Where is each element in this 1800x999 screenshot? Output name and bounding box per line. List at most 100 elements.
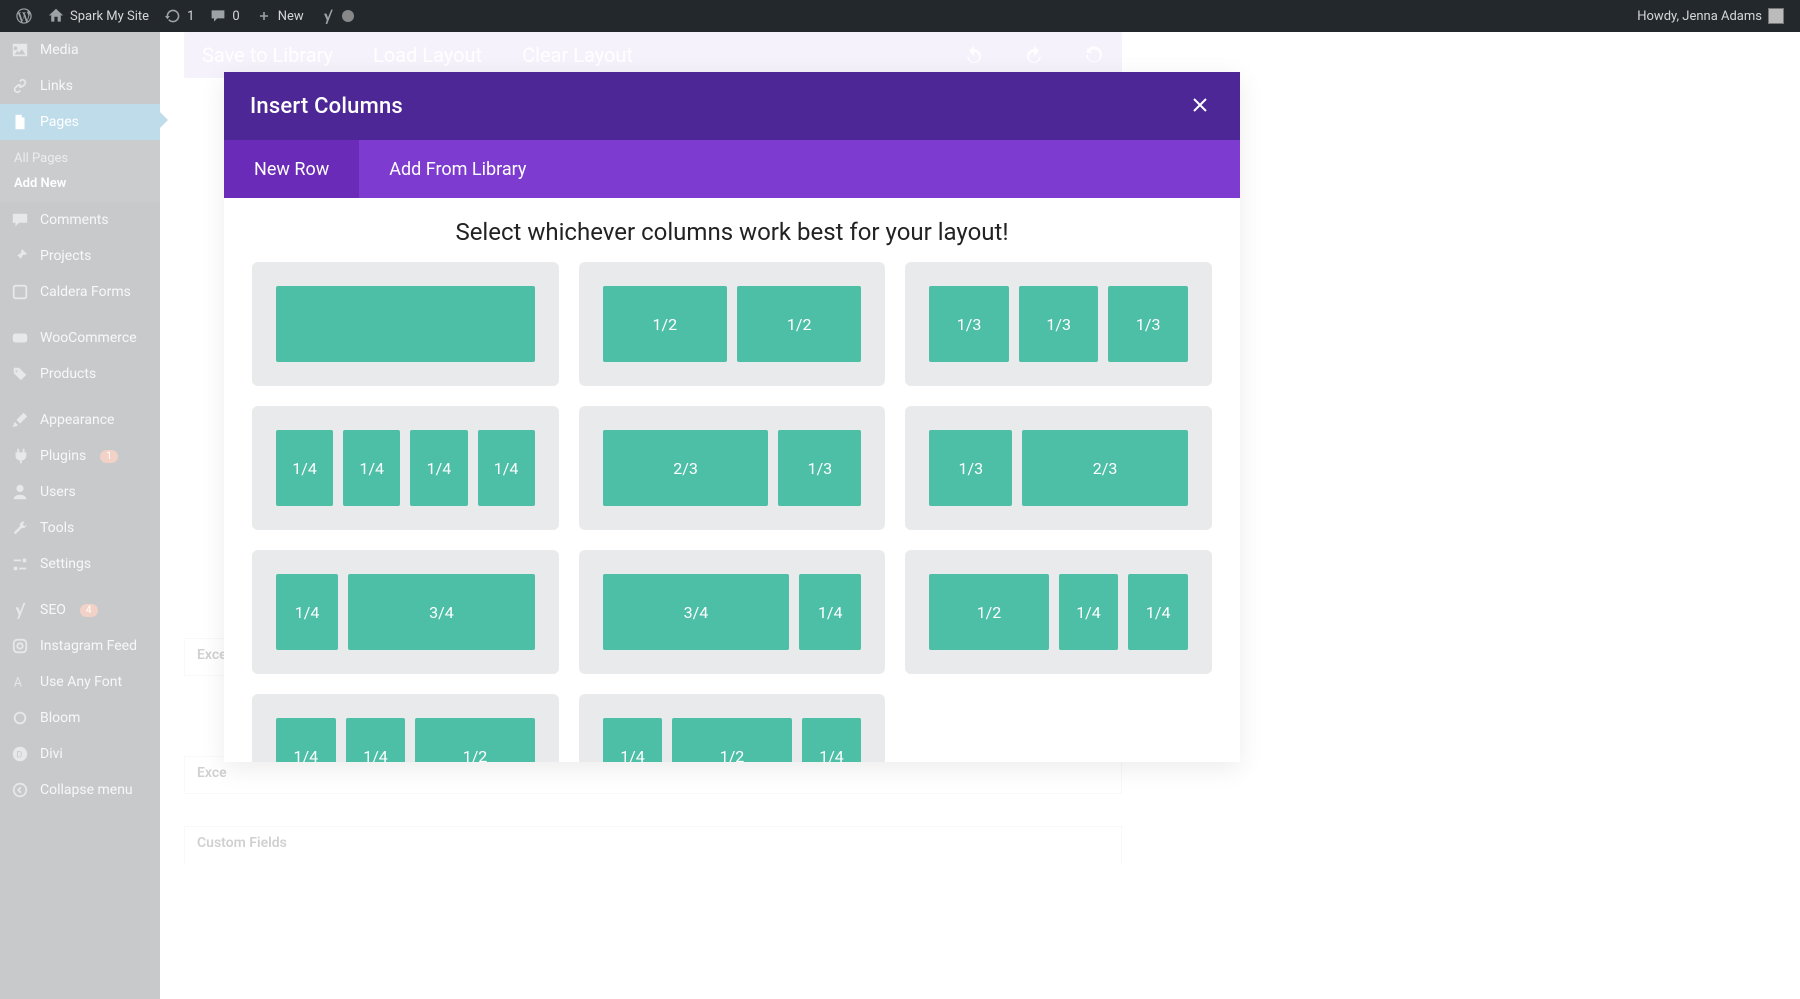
plugins-badge: 1	[100, 450, 118, 463]
nav-divi[interactable]: D Divi	[0, 736, 160, 772]
layout-option-6[interactable]: 1/43/4	[252, 550, 559, 674]
nav-bloom[interactable]: Bloom	[0, 700, 160, 736]
column-preview: 1/4	[346, 718, 406, 762]
layout-option-3[interactable]: 1/41/41/41/4	[252, 406, 559, 530]
layout-option-5[interactable]: 1/32/3	[905, 406, 1212, 530]
column-preview: 1/3	[1108, 286, 1188, 362]
wrench-icon	[10, 518, 30, 538]
subnav-all-pages[interactable]: All Pages	[0, 146, 160, 171]
history-icon[interactable]	[1084, 45, 1104, 65]
clear-layout-button[interactable]: Clear Layout	[522, 43, 633, 67]
new-text: New	[278, 9, 304, 24]
nav-label: Settings	[40, 556, 91, 572]
seo-badge: 4	[80, 604, 98, 617]
nav-caldera[interactable]: Caldera Forms	[0, 274, 160, 310]
nav-label: SEO	[40, 602, 66, 618]
nav-label: Projects	[40, 248, 91, 264]
layout-option-0[interactable]	[252, 262, 559, 386]
home-icon	[48, 8, 64, 24]
metabox-title: Exce	[197, 765, 227, 781]
nav-users[interactable]: Users	[0, 474, 160, 510]
updates-count: 1	[187, 9, 194, 24]
nav-settings[interactable]: Settings	[0, 546, 160, 582]
modal-body: Select whichever columns work best for y…	[224, 198, 1240, 762]
column-preview: 3/4	[348, 574, 535, 650]
column-preview: 1/4	[1059, 574, 1119, 650]
nav-label: Users	[40, 484, 76, 500]
load-layout-button[interactable]: Load Layout	[373, 43, 482, 67]
layout-option-1[interactable]: 1/21/2	[579, 262, 886, 386]
metabox-title: Exce	[197, 647, 227, 663]
column-preview: 1/3	[778, 430, 861, 506]
metabox-title: Custom Fields	[197, 835, 287, 851]
nav-label: Divi	[40, 746, 63, 762]
nav-pages[interactable]: Pages	[0, 104, 160, 140]
nav-use-any-font[interactable]: AUse Any Font	[0, 664, 160, 700]
nav-tools[interactable]: Tools	[0, 510, 160, 546]
column-preview: 1/4	[1128, 574, 1188, 650]
admin-sidenav: Media Links Pages All Pages Add New Comm…	[0, 32, 160, 999]
close-icon	[1192, 97, 1208, 113]
nav-seo[interactable]: SEO 4	[0, 592, 160, 628]
nav-comments[interactable]: Comments	[0, 202, 160, 238]
nav-products[interactable]: Products	[0, 356, 160, 392]
tab-add-from-library[interactable]: Add From Library	[359, 140, 556, 198]
modal-title: Insert Columns	[250, 94, 403, 119]
sliders-icon	[10, 554, 30, 574]
column-preview: 1/2	[415, 718, 534, 762]
undo-icon[interactable]	[964, 45, 984, 65]
font-icon: A	[10, 672, 30, 692]
subnav-add-new[interactable]: Add New	[0, 171, 160, 196]
avatar	[1768, 8, 1784, 24]
layout-option-4[interactable]: 2/31/3	[579, 406, 886, 530]
modal-header: Insert Columns	[224, 72, 1240, 140]
column-preview: 3/4	[603, 574, 790, 650]
column-preview: 1/4	[799, 574, 861, 650]
svg-text:D: D	[16, 751, 22, 761]
column-preview: 1/4	[343, 430, 400, 506]
updates-link[interactable]: 1	[157, 0, 202, 32]
form-icon	[10, 282, 30, 302]
nav-appearance[interactable]: Appearance	[0, 402, 160, 438]
column-preview: 1/3	[929, 286, 1009, 362]
nav-projects[interactable]: Projects	[0, 238, 160, 274]
layout-grid: 1/21/21/31/31/31/41/41/41/42/31/31/32/31…	[252, 262, 1212, 762]
column-preview: 1/4	[410, 430, 467, 506]
nav-woocommerce[interactable]: WooCommerce	[0, 320, 160, 356]
nav-links[interactable]: Links	[0, 68, 160, 104]
layout-option-2[interactable]: 1/31/31/3	[905, 262, 1212, 386]
site-name-link[interactable]: Spark My Site	[40, 0, 157, 32]
nav-label: Bloom	[40, 710, 80, 726]
column-preview: 1/2	[737, 286, 861, 362]
wp-logo[interactable]	[8, 0, 40, 32]
modal-tabs: New Row Add From Library	[224, 140, 1240, 198]
column-preview: 1/2	[603, 286, 727, 362]
yoast-icon	[320, 8, 336, 24]
custom-fields-metabox[interactable]: Custom Fields	[184, 826, 1122, 864]
nav-instagram[interactable]: Instagram Feed	[0, 628, 160, 664]
nav-media[interactable]: Media	[0, 32, 160, 68]
howdy-link[interactable]: Howdy, Jenna Adams	[1629, 0, 1792, 32]
tab-new-row[interactable]: New Row	[224, 140, 359, 198]
nav-label: Links	[40, 78, 73, 94]
nav-plugins[interactable]: Plugins1	[0, 438, 160, 474]
layout-option-10[interactable]: 1/41/21/4	[579, 694, 886, 762]
close-button[interactable]	[1186, 88, 1214, 124]
redo-icon[interactable]	[1024, 45, 1044, 65]
comments-icon	[10, 210, 30, 230]
column-preview: 2/3	[603, 430, 769, 506]
instagram-icon	[10, 636, 30, 656]
column-preview: 1/4	[478, 430, 535, 506]
comments-link[interactable]: 0	[202, 0, 247, 32]
layout-option-8[interactable]: 1/21/41/4	[905, 550, 1212, 674]
layout-option-7[interactable]: 3/41/4	[579, 550, 886, 674]
yoast-indicator[interactable]	[312, 0, 362, 32]
nav-collapse[interactable]: Collapse menu	[0, 772, 160, 808]
new-link[interactable]: New	[248, 0, 312, 32]
save-to-library-button[interactable]: Save to Library	[202, 43, 333, 67]
nav-label: Appearance	[40, 412, 114, 428]
layout-option-9[interactable]: 1/41/41/2	[252, 694, 559, 762]
site-name-text: Spark My Site	[70, 9, 149, 24]
products-icon	[10, 364, 30, 384]
nav-label: Collapse menu	[40, 782, 133, 798]
